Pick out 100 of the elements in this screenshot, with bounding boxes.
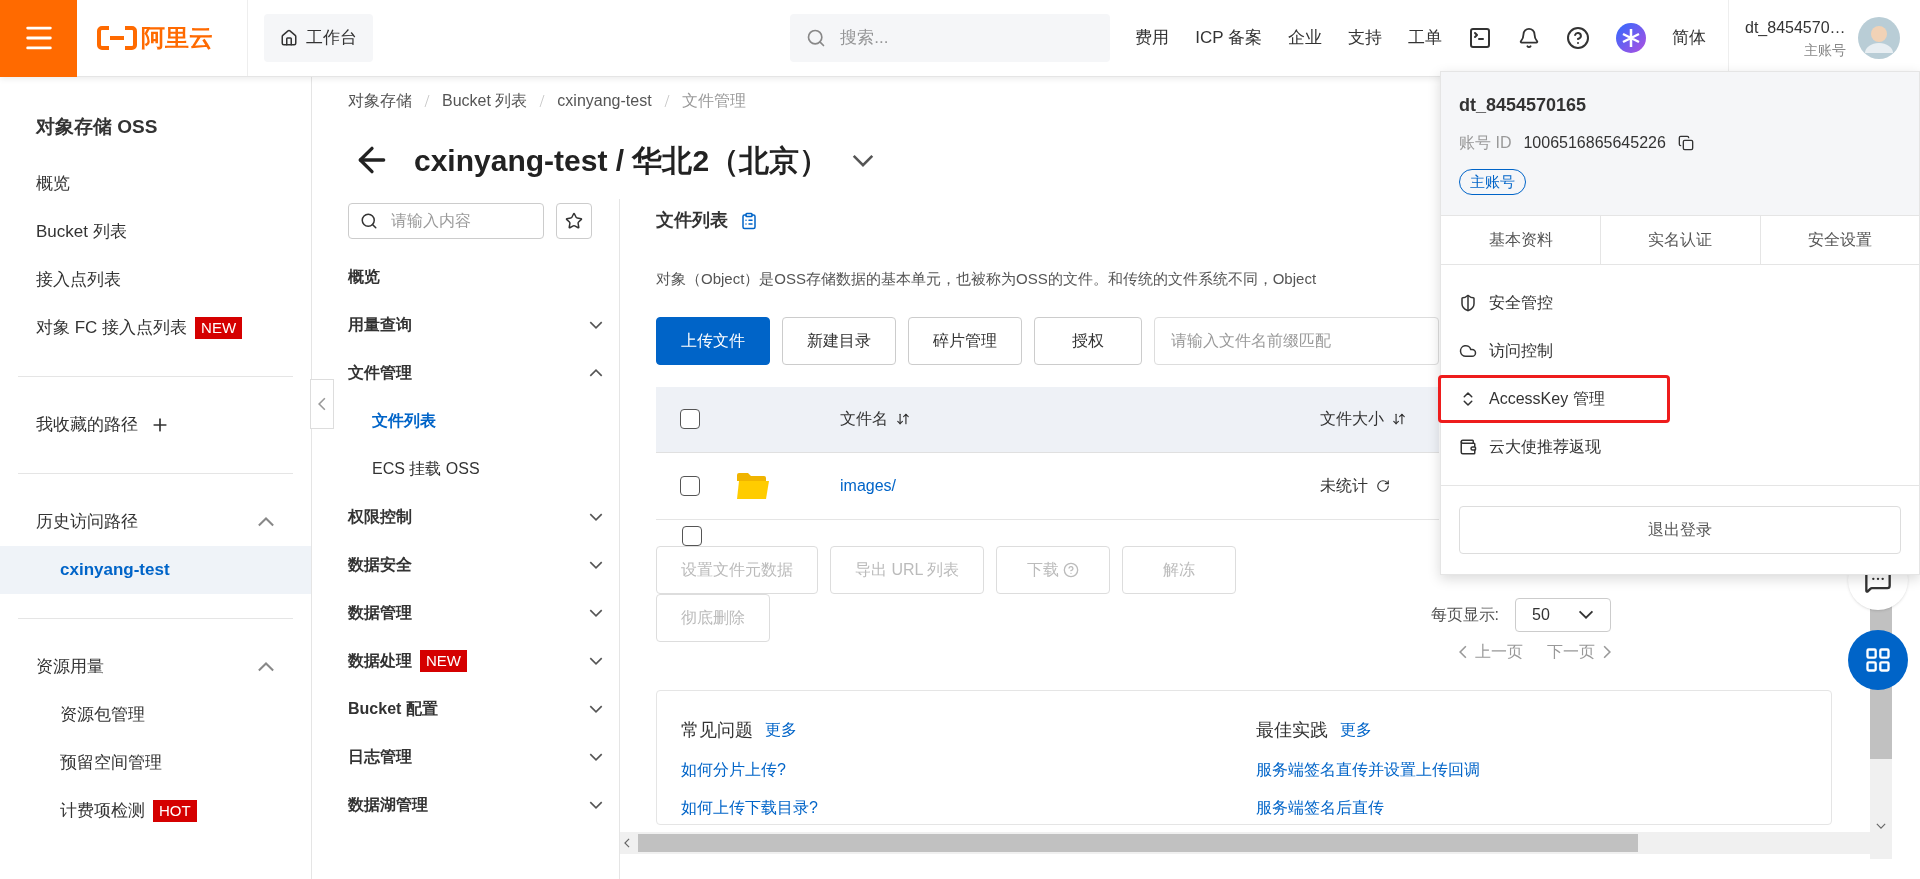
sidebar-group-header[interactable]: 历史访问路径 [18,497,293,546]
breadcrumb-link[interactable]: Bucket 列表 [442,89,528,113]
sidebar-item[interactable]: 预留空间管理 [0,738,311,787]
chevron-down-icon [1876,823,1886,829]
sidebar-item[interactable]: Bucket 列表 [18,207,293,256]
menu-item[interactable]: 日志管理 [348,733,603,781]
column-header[interactable]: 文件名 [840,407,1320,431]
slash-separator-icon [424,94,430,108]
collapse-handle[interactable] [310,379,334,429]
menu-item[interactable]: 数据管理 [348,589,603,637]
menu-button[interactable] [0,0,77,77]
apps-button[interactable] [1848,630,1908,690]
account-menu-item[interactable]: AccessKey 管理 [1438,375,1670,423]
star-icon [565,212,583,230]
language-link[interactable]: 简体 [1672,25,1706,51]
help-link[interactable]: 如何上传下载目录? [681,795,1256,820]
checkbox[interactable] [680,475,700,496]
sidebar-item[interactable]: 接入点列表 [18,255,293,304]
checkbox[interactable] [680,409,700,429]
account-menu-item[interactable]: 安全管控 [1441,279,1919,327]
spark-logo-icon[interactable] [1616,23,1646,53]
refresh-icon[interactable] [1376,478,1390,493]
account-id: 1006516865645226 [1523,133,1666,153]
more-link[interactable]: 更多 [765,718,797,742]
workbench-button[interactable]: 工作台 [264,14,373,62]
help-link[interactable]: 服务端签名后直传 [1256,795,1831,820]
table-cell-text: 未统计 [1320,475,1368,496]
checkbox[interactable] [682,525,702,546]
help-link[interactable]: 服务端签名直传并设置上传回调 [1256,757,1831,782]
account-menu-item[interactable]: 访问控制 [1441,327,1919,375]
sidebar-item[interactable]: 计费项检测 HOT [0,786,311,835]
menu-item[interactable]: 数据湖管理 [348,781,603,829]
favorite-button[interactable] [556,203,592,239]
apps-icon [1864,646,1892,674]
sidebar-title: 对象存储 OSS [34,115,159,139]
favorites-label[interactable]: 我收藏的路径 [36,411,138,438]
user-name[interactable]: dt_8454570… [1745,15,1846,40]
copy-icon[interactable] [1677,135,1694,151]
breadcrumb-link[interactable]: 对象存储 [348,89,412,113]
description-text: 对象（Object）是OSS存储数据的基本单元，也被称为OSS的文件。和传统的文件系统不同，Object [656,269,1317,289]
breadcrumb-link[interactable]: cxinyang-test [557,89,652,113]
help-link[interactable]: 如何分片上传? [681,757,1256,782]
nav-link[interactable]: ICP 备案 [1195,25,1262,51]
chevron-down-icon[interactable] [851,153,876,167]
section-heading: 文件列表 [656,209,728,232]
nav-link[interactable]: 企业 [1288,25,1322,51]
clipboard-icon[interactable] [740,211,758,230]
account-tab[interactable]: 安全设置 [1759,216,1919,264]
help-icon[interactable] [1566,26,1590,50]
menu-item[interactable]: 数据安全 [348,541,603,589]
sort-icon[interactable] [896,412,910,426]
nav-link[interactable]: 工单 [1408,25,1442,51]
sidebar-item[interactable]: 资源包管理 [0,690,311,739]
sidebar-item[interactable]: 概览 [18,159,293,208]
menu-search-field[interactable]: 请输入内容 [348,203,544,239]
chevron-right-icon [1603,644,1611,659]
filter-field[interactable]: 请输入文件名前缀匹配 [1154,316,1439,365]
horizontal-scrollbar[interactable] [620,832,1870,854]
chevron-down-icon [589,801,603,809]
toolbar-button[interactable]: 新建目录 [782,316,896,365]
account-tab[interactable]: 基本资料 [1441,216,1601,264]
toolbar-button[interactable]: 碎片管理 [908,316,1022,365]
account-tab[interactable]: 实名认证 [1600,216,1760,264]
logo-icon [97,25,137,51]
toolbar-button[interactable]: 授权 [1034,316,1142,365]
bell-icon[interactable] [1518,27,1540,49]
chevron-down-icon [1578,610,1594,619]
menu-item[interactable]: 权限控制 [348,493,603,541]
file-link[interactable]: images/ [840,473,1320,498]
menu-item[interactable]: 文件管理 [348,349,603,397]
home-icon [280,29,298,47]
nav-link[interactable]: 费用 [1135,25,1170,51]
terminal-icon[interactable] [1468,26,1492,50]
new-badge: NEW [195,316,243,339]
submenu-item[interactable]: 文件列表 [348,397,603,445]
column-header[interactable]: 文件大小 [1320,407,1406,431]
menu-item[interactable]: 用量查询 [348,301,603,349]
search-field[interactable]: 搜索... [790,14,1111,62]
logout-button[interactable]: 退出登录 [1459,506,1901,554]
more-link[interactable]: 更多 [1340,718,1372,742]
submenu-item[interactable]: ECS 挂载 OSS [348,445,603,493]
user-role: 主账号 [1803,40,1846,60]
search-icon [360,212,378,230]
account-id-label: 账号 ID [1459,133,1512,153]
sort-icon[interactable] [1392,412,1406,426]
menu-item[interactable]: Bucket 配置 [348,685,603,733]
new-badge: HOT [153,799,197,822]
account-menu-item[interactable]: 云大使推荐返现 [1441,423,1919,471]
page-size-select[interactable]: 50 [1515,597,1611,632]
menu-item[interactable]: 数据处理 NEW [348,637,603,685]
chevron-down-icon [589,609,603,617]
menu-item[interactable]: 概览 [348,253,603,301]
sidebar-group-header[interactable]: 资源用量 [18,642,293,691]
chevron-down-icon [589,753,603,761]
cloud-icon [1459,342,1477,360]
chevron-down-icon [589,561,603,569]
sidebar-item[interactable]: cxinyang-test [0,545,311,594]
nav-link[interactable]: 支持 [1348,25,1382,51]
toolbar-button[interactable]: 上传文件 [656,316,770,365]
sidebar-item[interactable]: 对象 FC 接入点列表 NEW [18,303,293,352]
